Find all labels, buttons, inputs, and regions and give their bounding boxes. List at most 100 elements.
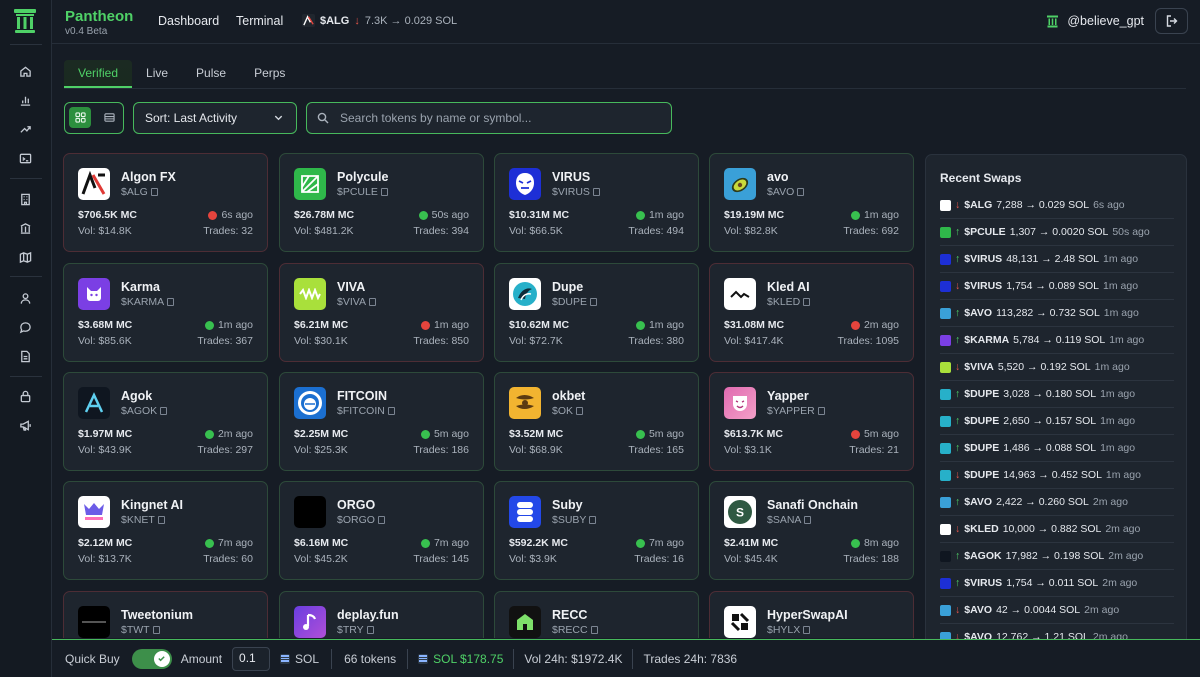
token-card-kled[interactable]: Kled AI $KLED $31.08M MC 2m ago Vol: $41… [709, 263, 914, 362]
volume: Vol: $25.3K [294, 444, 348, 456]
copy-icon[interactable] [804, 516, 812, 524]
token-card-recc[interactable]: RECC $RECC [494, 591, 699, 638]
swap-amount: 1,307 → 0.0020 SOL [1009, 226, 1109, 238]
tab-pulse[interactable]: Pulse [182, 60, 240, 88]
token-card-alg[interactable]: Algon FX $ALG $706.5K MC 6s ago Vol: $14… [63, 153, 268, 252]
copy-icon[interactable] [369, 298, 376, 306]
copy-icon[interactable] [377, 516, 385, 524]
copy-icon[interactable] [590, 626, 598, 634]
swap-row[interactable]: ↓ $DUPE 14,963 → 0.452 SOL 1m ago [940, 462, 1174, 489]
token-card-sana[interactable]: S Sanafi Onchain $SANA $2.41M MC 8m ago … [709, 481, 914, 580]
token-card-dupe[interactable]: Dupe $DUPE $10.62M MC 1m ago Vol: $72.7K… [494, 263, 699, 362]
swap-row[interactable]: ↑ $AVO 2,422 → 0.260 SOL 2m ago [940, 489, 1174, 516]
status-dot-green [204, 538, 214, 548]
copy-icon[interactable] [803, 298, 811, 306]
token-card-avo[interactable]: avo $AVO $19.19M MC 1m ago Vol: $82.8K T… [709, 153, 914, 252]
copy-icon[interactable] [817, 407, 825, 415]
token-card-knet[interactable]: Kingnet AI $KNET $2.12M MC 7m ago Vol: $… [63, 481, 268, 580]
chat-icon[interactable] [18, 320, 32, 334]
bar-chart-icon[interactable] [18, 93, 32, 107]
trades: Trades: 32 [203, 225, 253, 237]
sort-dropdown[interactable]: Sort: Last Activity [133, 102, 297, 134]
swap-row[interactable]: ↓ $VIRUS 1,754 → 0.089 SOL 1m ago [940, 273, 1174, 300]
sanafi-onchain-logo: S [724, 496, 756, 528]
copy-icon[interactable] [803, 626, 811, 634]
search-input[interactable] [340, 109, 660, 127]
swap-row[interactable]: ↑ $VIRUS 1,754 → 0.011 SOL 2m ago [940, 570, 1174, 597]
token-card-ok[interactable]: okbet $OK $3.52M MC 5m ago Vol: $68.9K T… [494, 372, 699, 471]
token-card-orgo[interactable]: ORGO $ORGO $6.16M MC 7m ago Vol: $45.2K … [279, 481, 484, 580]
swap-row[interactable]: ↑ $AVO 113,282 → 0.732 SOL 1m ago [940, 300, 1174, 327]
token-name: Polycule [337, 170, 389, 184]
amount-input[interactable]: 0.1 [232, 646, 271, 671]
token-symbol: $TWT [121, 624, 150, 636]
copy-icon[interactable] [797, 188, 805, 196]
swap-row[interactable]: ↓ $ALG 7,288 → 0.029 SOL 6s ago [940, 192, 1174, 219]
token-card-karma[interactable]: Karma $KARMA $3.68M MC 1m ago Vol: $85.6… [63, 263, 268, 362]
tab-live[interactable]: Live [132, 60, 182, 88]
token-card-agok[interactable]: Agok $AGOK $1.97M MC 2m ago Vol: $43.9K … [63, 372, 268, 471]
document-icon[interactable] [18, 349, 32, 363]
token-symbol-row: $PCULE [337, 186, 388, 198]
token-card-virus[interactable]: VIRUS $VIRUS $10.31M MC 1m ago Vol: $66.… [494, 153, 699, 252]
token-card-twt[interactable]: Tweetonium $TWT [63, 591, 268, 638]
copy-icon[interactable] [150, 188, 158, 196]
grid-view-button[interactable] [69, 107, 91, 128]
swap-row[interactable]: ↑ $DUPE 3,028 → 0.180 SOL 1m ago [940, 381, 1174, 408]
tab-perps[interactable]: Perps [240, 60, 299, 88]
swap-row[interactable]: ↑ $PCULE 1,307 → 0.0020 SOL 50s ago [940, 219, 1174, 246]
token-card-viva[interactable]: VIVA $VIVA $6.21M MC 1m ago Vol: $30.1K … [279, 263, 484, 362]
market-cap: $3.68M MC [78, 319, 133, 331]
swap-row[interactable]: ↓ $AVO 42 → 0.0044 SOL 2m ago [940, 597, 1174, 624]
volume: Vol: $481.2K [294, 225, 354, 237]
copy-icon[interactable] [167, 298, 175, 306]
list-view-button[interactable] [98, 107, 120, 128]
swap-row[interactable]: ↑ $DUPE 2,650 → 0.157 SOL 1m ago [940, 408, 1174, 435]
swap-row[interactable]: ↑ $VIRUS 48,131 → 2.48 SOL 1m ago [940, 246, 1174, 273]
building-icon[interactable] [18, 192, 32, 206]
token-card-hylx[interactable]: HyperSwapAI $HYLX [709, 591, 914, 638]
copy-icon[interactable] [152, 626, 160, 634]
swap-row[interactable]: ↓ $VIVA 5,520 → 0.192 SOL 1m ago [940, 354, 1174, 381]
trades: Trades: 850 [413, 335, 469, 347]
copy-icon[interactable] [592, 188, 600, 196]
copy-icon[interactable] [157, 516, 165, 524]
last-activity: 1m ago [863, 209, 899, 221]
user-icon[interactable] [18, 291, 32, 305]
token-card-yapper[interactable]: Yapper $YAPPER $613.7K MC 5m ago Vol: $3… [709, 372, 914, 471]
lock-icon[interactable] [18, 389, 32, 403]
copy-icon[interactable] [160, 407, 168, 415]
copy-icon[interactable] [576, 407, 584, 415]
copy-icon[interactable] [366, 626, 374, 634]
token-card-fitcoin[interactable]: FITCOIN $FITCOIN $2.25M MC 5m ago Vol: $… [279, 372, 484, 471]
terminal-icon[interactable] [18, 151, 32, 165]
copy-icon[interactable] [590, 298, 598, 306]
tab-verified[interactable]: Verified [64, 60, 133, 88]
copy-icon[interactable] [380, 188, 388, 196]
swap-symbol: $VIRUS [964, 280, 1003, 292]
nav-terminal[interactable]: Terminal [236, 14, 283, 28]
swap-row[interactable]: ↑ $KARMA 5,784 → 0.119 SOL 1m ago [940, 327, 1174, 354]
swap-row[interactable]: ↑ $DUPE 1,486 → 0.088 SOL 1m ago [940, 435, 1174, 462]
pantheon-logo-icon[interactable] [13, 8, 37, 34]
price-ticker[interactable]: $ALG ↓ 7.3K → 0.029 SOL [302, 14, 457, 27]
token-card-pcule[interactable]: Polycule $PCULE $26.78M MC 50s ago Vol: … [279, 153, 484, 252]
swap-row[interactable]: ↓ $KLED 10,000 → 0.882 SOL 2m ago [940, 516, 1174, 543]
last-activity: 7m ago [217, 537, 253, 549]
nav-dashboard[interactable]: Dashboard [158, 14, 219, 28]
token-card-try[interactable]: deplay.fun $TRY [279, 591, 484, 638]
token-card-suby[interactable]: Suby $SUBY $592.2K MC 7m ago Vol: $3.9K … [494, 481, 699, 580]
temple-icon[interactable] [18, 221, 32, 235]
swap-row[interactable]: ↑ $AGOK 17,982 → 0.198 SOL 2m ago [940, 543, 1174, 570]
map-icon[interactable] [18, 250, 32, 264]
logout-button[interactable] [1155, 8, 1188, 34]
quick-buy-toggle[interactable] [131, 648, 172, 669]
copy-icon[interactable] [387, 407, 395, 415]
user-menu[interactable]: @believe_gpt [1046, 14, 1144, 28]
divider [331, 648, 333, 669]
trending-icon[interactable] [18, 122, 32, 136]
home-icon[interactable] [18, 64, 32, 78]
megaphone-icon[interactable] [18, 418, 32, 432]
copy-icon[interactable] [589, 516, 597, 524]
swap-row[interactable]: ↓ $AVO 12,762 → 1.21 SOL 2m ago [940, 624, 1174, 639]
